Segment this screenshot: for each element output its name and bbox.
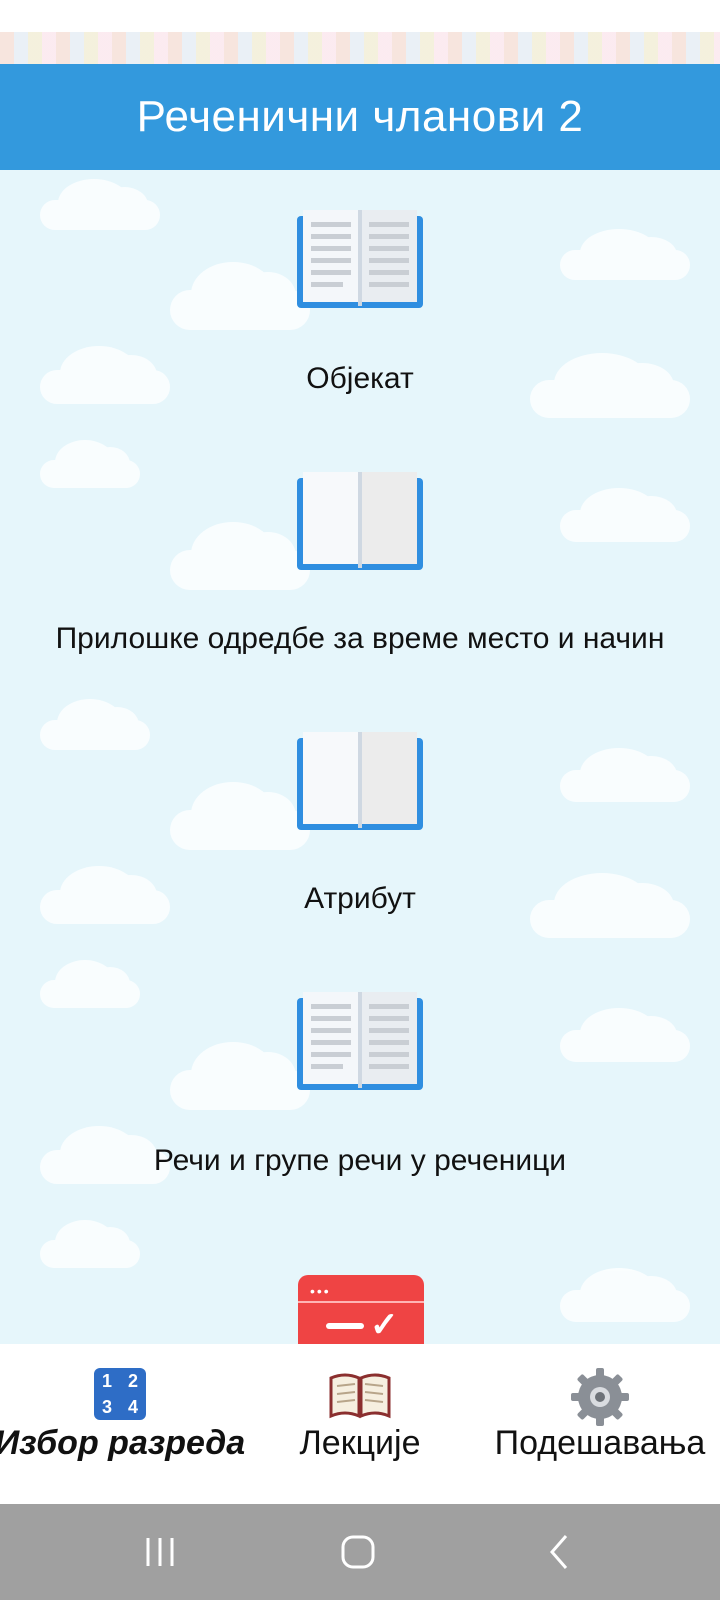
grade-digit: 3 [101,1396,112,1417]
list-item[interactable]: Речи и групе речи у реченици [0,1144,720,1178]
cloud-decoration [560,1007,690,1062]
list-item-label: Објекат [306,362,414,395]
recent-apps-icon[interactable] [140,1530,180,1574]
cloud-decoration [560,747,690,802]
cloud-decoration [40,1220,140,1268]
open-book-icon [329,1373,391,1419]
grade-numbers-icon: 1 2 3 4 [94,1368,146,1420]
nav-item-label: Лекције [299,1424,421,1462]
open-book-icon[interactable] [295,210,425,314]
decorative-pattern-strip [0,32,720,64]
nav-item-label: Избор разреда [0,1424,246,1462]
lesson-list: Објекат Прилошке одредбе за време место … [0,170,720,1344]
grade-digit: 4 [127,1396,138,1417]
status-bar [0,0,720,32]
cloud-decoration [170,522,310,590]
list-item[interactable]: Објекат [0,362,720,396]
list-item-label: Прилошке одредбе за време место и начин [55,622,665,655]
blank-book-icon[interactable] [295,732,425,836]
list-item-label: Речи и групе речи у реченици [153,1144,567,1177]
window-dots-icon: ••• [310,1283,331,1299]
checkmark-icon: ✓ [370,1306,399,1344]
system-navigation-bar [0,1504,720,1600]
list-item-label: Атрибут [304,882,416,915]
nav-item-lessons[interactable]: Лекције [240,1344,480,1504]
cloud-decoration [170,782,310,850]
cloud-decoration [40,179,160,230]
back-icon[interactable] [540,1530,580,1574]
nav-item-grade-select[interactable]: 1 2 3 4 Избор разреда [0,1344,245,1504]
cloud-decoration [40,440,140,488]
grade-digit: 1 [101,1370,112,1391]
blank-book-icon[interactable] [295,472,425,576]
list-item[interactable]: Атрибут [0,882,720,916]
nav-item-label: Подешавања [494,1424,706,1462]
cloud-decoration [40,699,150,750]
dash-icon [326,1323,364,1329]
open-book-icon[interactable] [295,992,425,1096]
cloud-decoration [560,487,690,542]
nav-item-settings[interactable]: Подешавања [480,1344,720,1504]
cloud-decoration [560,1267,690,1322]
list-item[interactable]: Прилошке одредбе за време место и начин [0,622,720,656]
bottom-navigation: 1 2 3 4 Избор разреда Лекције Подешавања [0,1344,720,1504]
divider [298,1301,424,1303]
app-header: Реченични чланови 2 [0,64,720,170]
quiz-icon[interactable]: ••• ✓ [298,1275,424,1344]
gear-icon [571,1368,629,1426]
cloud-decoration [560,229,690,280]
cloud-decoration [170,1042,310,1110]
page-title: Реченични чланови 2 [136,92,584,141]
cloud-decoration [170,262,310,330]
grade-digit: 2 [127,1370,138,1391]
cloud-decoration [40,960,140,1008]
home-icon[interactable] [336,1530,380,1574]
